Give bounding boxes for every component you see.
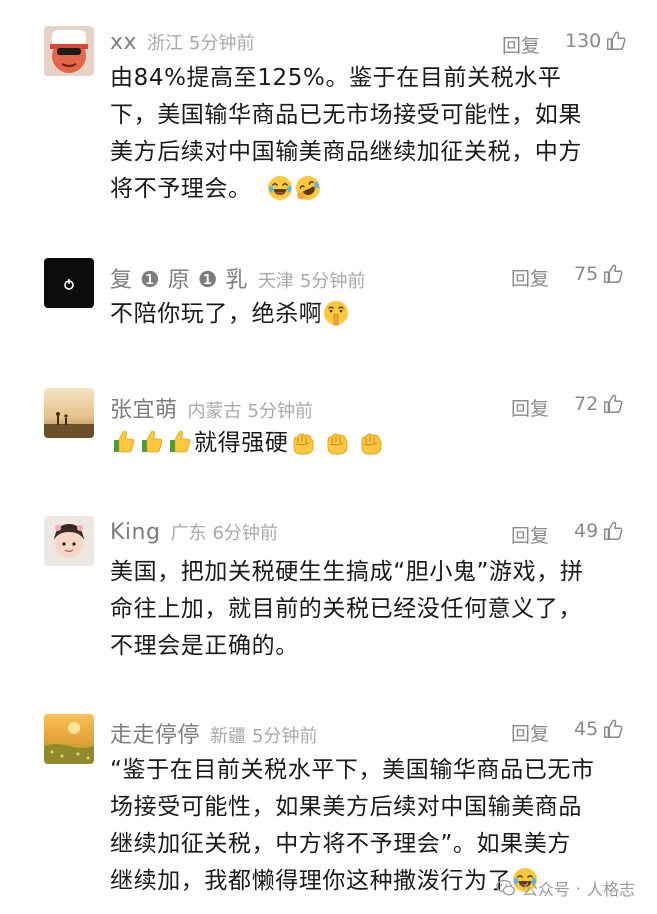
comment-meta: xx 浙江 5分钟前: [110, 29, 255, 59]
avatar[interactable]: [44, 388, 94, 438]
thumbs-up-emoji: [111, 429, 137, 455]
comment-meta: 走走停停 新疆 5分钟前: [110, 717, 318, 749]
comment-line: 不陪你玩了，绝杀啊: [110, 301, 323, 327]
reply-button[interactable]: 回复: [511, 264, 549, 291]
rolling-laughing-emoji: [294, 175, 321, 201]
thumbs-up-icon: [602, 520, 624, 542]
region-label: 内蒙古: [187, 401, 242, 422]
comment-meta: 复 ❶ 原 ❶ 乳 天津 5分钟前: [110, 262, 366, 294]
username[interactable]: 走走停停: [110, 717, 200, 749]
reply-button[interactable]: 回复: [511, 394, 549, 421]
comment-line: “鉴于在目前关税水平下，美国输华商品已无市: [110, 757, 595, 783]
like-button[interactable]: 75: [574, 263, 624, 285]
username[interactable]: xx: [110, 30, 137, 55]
comment-line-with-emoji: 将不予理会。: [110, 171, 630, 208]
username[interactable]: 复 ❶ 原 ❶ 乳: [110, 262, 248, 294]
comment-line: 场接受可能性，如果美方后续对中国输美商品: [110, 794, 582, 820]
like-count: 45: [574, 718, 599, 740]
avatar[interactable]: [44, 516, 94, 566]
thumbs-up-emoji: [139, 429, 165, 455]
like-button[interactable]: 72: [574, 393, 624, 415]
like-count: 72: [574, 393, 599, 415]
comment-line: 美方后续对中国输美商品继续加征关税，中方: [110, 139, 582, 165]
avatar[interactable]: [44, 258, 94, 308]
region-label: 天津: [257, 271, 294, 292]
comment-line: 由84%提高至125%。鉴于在目前关税水平: [110, 65, 562, 91]
watermark: 公众号 · 人格志: [496, 876, 635, 900]
like-count: 130: [565, 30, 602, 52]
thumbs-up-emoji: [167, 429, 193, 455]
fist-emoji: [289, 429, 315, 455]
comment-line-with-emoji: 不陪你玩了，绝杀啊: [110, 296, 630, 333]
watermark-author: 人格志: [586, 880, 635, 899]
watermark-source: 公众号: [521, 880, 570, 899]
comment-text: 由84%提高至125%。鉴于在目前关税水平 下，美国输华商品已无市场接受可能性，…: [110, 60, 630, 208]
thumbs-up-icon: [605, 30, 627, 52]
region-label: 浙江: [147, 33, 184, 54]
avatar[interactable]: [44, 714, 94, 764]
comment-line: 就得强硬: [194, 430, 289, 456]
fist-emoji: [357, 429, 383, 455]
comment-line: 下，美国输华商品已无市场接受可能性，如果: [110, 102, 582, 128]
comment-text: 不陪你玩了，绝杀啊: [110, 296, 630, 333]
comment-line: 将不予理会。: [110, 176, 252, 202]
region-label: 广东: [170, 523, 207, 544]
shushing-face-emoji: [323, 300, 350, 326]
timestamp: 5分钟前: [252, 726, 318, 747]
comment-text: 美国，把加关税硬生生搞成“胆小鬼”游戏，拼 命往上加，就目前的关税已经没任何意义…: [110, 554, 630, 665]
comment-line: 继续加征关税，中方将不予理会”。如果美方: [110, 831, 571, 857]
comment-line: 美国，把加关税硬生生搞成“胆小鬼”游戏，拼: [110, 559, 584, 585]
reply-button[interactable]: 回复: [511, 719, 549, 746]
comment-line: 命往上加，就目前的关税已经没任何意义了，: [110, 596, 582, 622]
thumbs-up-icon: [602, 263, 624, 285]
username[interactable]: King: [110, 520, 160, 545]
comment-line: 不理会是正确的。: [110, 633, 299, 659]
timestamp: 5分钟前: [247, 401, 313, 422]
wechat-icon: [496, 878, 516, 898]
timestamp: 6分钟前: [212, 523, 278, 544]
like-button[interactable]: 45: [574, 718, 624, 740]
username[interactable]: 张宜萌: [110, 392, 178, 424]
timestamp: 5分钟前: [189, 33, 255, 54]
thumbs-up-icon: [602, 718, 624, 740]
comment-meta: 张宜萌 内蒙古 5分钟前: [110, 392, 313, 424]
comment-line-with-emoji: 就得强硬: [110, 425, 630, 462]
like-button[interactable]: 130: [565, 30, 627, 52]
reply-button[interactable]: 回复: [502, 31, 540, 58]
avatar[interactable]: [44, 26, 94, 76]
watermark-separator: ·: [575, 878, 581, 898]
like-count: 49: [574, 520, 599, 542]
comment-line: 继续加，我都懒得理你这种撒泼行为了: [110, 868, 512, 894]
like-button[interactable]: 49: [574, 520, 624, 542]
region-label: 新疆: [210, 726, 247, 747]
comment-meta: King 广东 6分钟前: [110, 519, 278, 549]
comment-text: 就得强硬: [110, 425, 630, 462]
laughing-tears-emoji: [266, 175, 293, 201]
fist-emoji: [323, 429, 349, 455]
reply-button[interactable]: 回复: [511, 521, 549, 548]
thumbs-up-icon: [602, 393, 624, 415]
like-count: 75: [574, 263, 599, 285]
timestamp: 5分钟前: [299, 271, 366, 292]
